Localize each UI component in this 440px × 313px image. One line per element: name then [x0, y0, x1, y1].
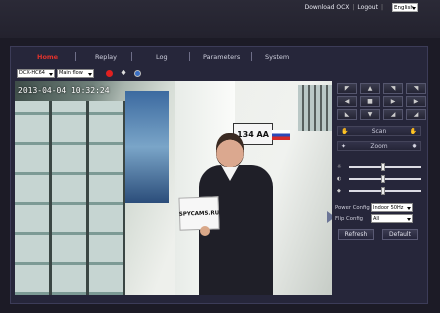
brightness-slider[interactable]: ☼ [337, 163, 421, 171]
ptz-down-left-button[interactable]: ◣ [337, 109, 357, 120]
flip-config-value: All [373, 215, 380, 222]
ptz-extra-button[interactable]: ◢ [406, 109, 426, 120]
brightness-icon: ☼ [337, 164, 342, 170]
saturation-icon: ◆ [337, 188, 341, 194]
flip-config-select[interactable]: All [371, 214, 413, 223]
person-head [216, 133, 244, 167]
power-config-label: Power Config [335, 204, 370, 211]
camera-value: DCX-HC64 [19, 70, 45, 76]
nav-divider [131, 52, 132, 61]
top-header: Download OCX | Logout | English [0, 0, 440, 38]
separator: | [380, 4, 383, 11]
slider-knob[interactable] [381, 187, 386, 195]
tab-log[interactable]: Log [156, 53, 168, 61]
saturation-slider[interactable]: ◆ [337, 187, 421, 195]
next-arrow-icon[interactable] [327, 211, 332, 223]
scan-stop-icon[interactable]: ✋ [410, 128, 417, 135]
scan-icon[interactable]: ✋ [341, 128, 348, 135]
power-config-value: Indoor 50Hz [373, 204, 404, 211]
power-config: Power Config Indoor 50Hz [335, 203, 423, 212]
slider-track[interactable] [349, 163, 421, 171]
scan-control[interactable]: ✋ Scan ✋ [337, 126, 421, 136]
wall-poster [125, 91, 169, 203]
flag [272, 130, 290, 140]
main-nav: Home Replay Log Parameters System [11, 47, 427, 66]
zoom-control[interactable]: ✦ Zoom ✸ [337, 141, 421, 151]
stream-value: Main flow [59, 70, 83, 76]
person-hand [200, 226, 210, 236]
logout-link[interactable]: Logout [357, 4, 378, 11]
ptz-up-right-button[interactable]: ◥ [383, 83, 403, 94]
microphone-icon[interactable]: ♦ [120, 69, 127, 77]
ptz-right-button[interactable]: ▶ [383, 96, 403, 107]
download-ocx-link[interactable]: Download OCX [305, 4, 350, 11]
header-links: Download OCX | Logout | English [305, 3, 418, 12]
camera-select[interactable]: DCX-HC64 [17, 68, 55, 78]
nav-divider [75, 52, 76, 61]
ptz-grid: ◤ ▲ ◥ ◥ ◀ ■ ▶ ▶ ◣ ▼ ◢ ◢ [337, 83, 426, 120]
zoom-label: Zoom [370, 142, 388, 150]
nav-divider [189, 52, 190, 61]
zoom-out-icon[interactable]: ✸ [412, 143, 417, 150]
held-sign: SPYCAMS.RU [178, 196, 220, 231]
refresh-button[interactable]: Refresh [338, 229, 374, 240]
stream-select[interactable]: Main flow [57, 68, 94, 78]
default-button[interactable]: Default [382, 229, 418, 240]
ptz-panel: ◤ ▲ ◥ ◥ ◀ ■ ▶ ▶ ◣ ▼ ◢ ◢ ✋ Scan ✋ ✦ Zoom … [334, 81, 426, 295]
ptz-left-button[interactable]: ◀ [337, 96, 357, 107]
ptz-center-button[interactable]: ■ [360, 96, 380, 107]
slider-knob[interactable] [381, 163, 386, 171]
flip-config: Flip Config All [335, 214, 423, 223]
scan-label: Scan [371, 127, 387, 135]
flip-config-label: Flip Config [335, 215, 364, 222]
video-timestamp: 2013-04-04 10:32:24 [18, 86, 110, 95]
main-frame: Home Replay Log Parameters System DCX-HC… [10, 46, 428, 304]
separator: | [352, 4, 355, 11]
tab-parameters[interactable]: Parameters [203, 53, 240, 61]
contrast-icon: ◐ [337, 176, 342, 182]
live-video[interactable]: 134 AA SPYCAMS.RU 2013-04-04 10:32:24 [15, 81, 332, 295]
person-body [199, 165, 273, 295]
zoom-in-icon[interactable]: ✦ [341, 143, 346, 150]
language-value: English [394, 4, 414, 11]
power-config-select[interactable]: Indoor 50Hz [371, 203, 413, 212]
ptz-extra-button[interactable]: ◥ [406, 83, 426, 94]
tab-home[interactable]: Home [37, 53, 58, 61]
record-icon[interactable] [106, 69, 113, 77]
sign-text: SPYCAMS.RU [178, 209, 220, 218]
stream-controls: DCX-HC64 Main flow ♦ [17, 68, 141, 78]
language-select[interactable]: English [392, 3, 418, 12]
window [298, 85, 332, 131]
plate-text: 134 AA [237, 129, 269, 139]
ptz-extra-button[interactable]: ▶ [406, 96, 426, 107]
ptz-down-right-button[interactable]: ◢ [383, 109, 403, 120]
tab-system[interactable]: System [265, 53, 289, 61]
nav-divider [251, 52, 252, 61]
slider-track[interactable] [349, 175, 421, 183]
ptz-down-button[interactable]: ▼ [360, 109, 380, 120]
slider-track[interactable] [349, 187, 421, 195]
snapshot-icon[interactable] [134, 69, 141, 77]
slider-knob[interactable] [381, 175, 386, 183]
tab-replay[interactable]: Replay [95, 53, 117, 61]
shelf-display [15, 101, 125, 295]
contrast-slider[interactable]: ◐ [337, 175, 421, 183]
ptz-up-button[interactable]: ▲ [360, 83, 380, 94]
ptz-up-left-button[interactable]: ◤ [337, 83, 357, 94]
